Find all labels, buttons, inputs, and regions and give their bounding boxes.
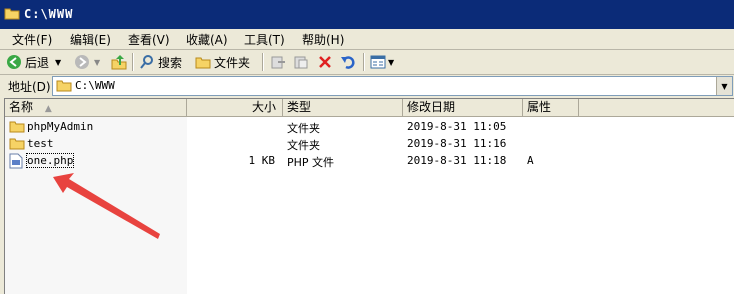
- toolbar: 后退 ▼ ▼ 搜索 文件夹 ▼: [0, 50, 734, 75]
- chevron-down-icon: ▼: [388, 57, 395, 67]
- back-button[interactable]: 后退 ▼: [6, 53, 61, 71]
- folders-label: 文件夹: [214, 55, 251, 70]
- file-list: 名称 ▲ 大小 类型 修改日期 属性 phpMyAdmin 文件夹 2019-8…: [4, 98, 734, 294]
- file-size: 1 KB: [248, 154, 276, 167]
- column-header-type[interactable]: 类型: [283, 99, 403, 116]
- menu-tools[interactable]: 工具(T): [244, 31, 285, 48]
- folder-icon: [9, 119, 25, 136]
- menu-file[interactable]: 文件(F): [12, 31, 52, 48]
- list-item[interactable]: one.php 1 KB PHP 文件 2019-8-31 11:18 A: [5, 153, 734, 169]
- menu-bar: 文件(F) 编辑(E) 查看(V) 收藏(A) 工具(T) 帮助(H): [0, 29, 734, 50]
- address-label: 地址(D): [8, 80, 51, 94]
- address-bar: 地址(D) C:\WWW ▼: [0, 75, 734, 97]
- file-name: phpMyAdmin: [27, 120, 94, 133]
- chevron-down-icon: ▼: [721, 81, 728, 91]
- folder-icon: [9, 136, 25, 153]
- list-item[interactable]: phpMyAdmin 文件夹 2019-8-31 11:05: [5, 119, 734, 135]
- file-type: 文件夹: [287, 122, 320, 135]
- address-input[interactable]: C:\WWW ▼: [52, 76, 733, 96]
- menu-view[interactable]: 查看(V): [128, 31, 170, 48]
- column-header-size[interactable]: 大小: [187, 99, 283, 116]
- file-type: 文件夹: [287, 139, 320, 152]
- up-folder-button[interactable]: [111, 53, 127, 71]
- column-name-label: 名称: [9, 100, 34, 114]
- file-name: one.php: [25, 153, 75, 168]
- folder-icon: [56, 78, 72, 95]
- move-to-icon: [271, 56, 285, 69]
- folder-icon: [4, 6, 20, 23]
- undo-button[interactable]: [340, 53, 356, 71]
- copy-to-button[interactable]: [293, 53, 309, 71]
- file-attr: A: [527, 154, 534, 167]
- php-file-icon: [9, 153, 23, 172]
- window-title: C:\WWW: [24, 7, 74, 21]
- menu-help[interactable]: 帮助(H): [302, 31, 344, 48]
- undo-icon: [341, 56, 355, 69]
- search-label: 搜索: [158, 55, 183, 70]
- address-dropdown-button[interactable]: ▼: [716, 77, 732, 95]
- forward-button[interactable]: ▼: [74, 53, 100, 71]
- delete-icon: [319, 56, 331, 68]
- folder-icon: [195, 57, 211, 69]
- search-button[interactable]: 搜索: [139, 53, 182, 71]
- chevron-down-icon: ▼: [94, 57, 101, 67]
- delete-button[interactable]: [317, 53, 333, 71]
- folders-button[interactable]: 文件夹: [195, 53, 250, 71]
- file-name: test: [27, 137, 54, 150]
- menu-edit[interactable]: 编辑(E): [70, 31, 111, 48]
- file-modified: 2019-8-31 11:18: [407, 154, 507, 167]
- up-folder-icon: [111, 55, 127, 70]
- move-to-button[interactable]: [270, 53, 286, 71]
- file-type: PHP 文件: [287, 156, 335, 169]
- file-modified: 2019-8-31 11:05: [407, 120, 507, 133]
- column-header-modified[interactable]: 修改日期: [403, 99, 523, 116]
- list-item[interactable]: test 文件夹 2019-8-31 11:16: [5, 136, 734, 152]
- file-modified: 2019-8-31 11:16: [407, 137, 507, 150]
- back-arrow-icon: [7, 55, 21, 69]
- column-header-name[interactable]: 名称 ▲: [5, 99, 187, 116]
- address-value: C:\WWW: [75, 79, 115, 92]
- forward-arrow-icon: [75, 55, 89, 69]
- column-header-attributes[interactable]: 属性: [523, 99, 579, 116]
- back-label: 后退: [25, 55, 50, 70]
- sort-ascending-icon: ▲: [44, 104, 52, 114]
- menu-favorites[interactable]: 收藏(A): [186, 31, 228, 48]
- title-bar: C:\WWW: [0, 0, 734, 29]
- views-icon: [370, 55, 386, 69]
- column-header: 名称 ▲ 大小 类型 修改日期 属性: [5, 99, 734, 117]
- chevron-down-icon: ▼: [55, 57, 62, 67]
- copy-to-icon: [294, 56, 308, 69]
- views-button[interactable]: ▼: [370, 53, 394, 71]
- search-icon: [140, 55, 153, 69]
